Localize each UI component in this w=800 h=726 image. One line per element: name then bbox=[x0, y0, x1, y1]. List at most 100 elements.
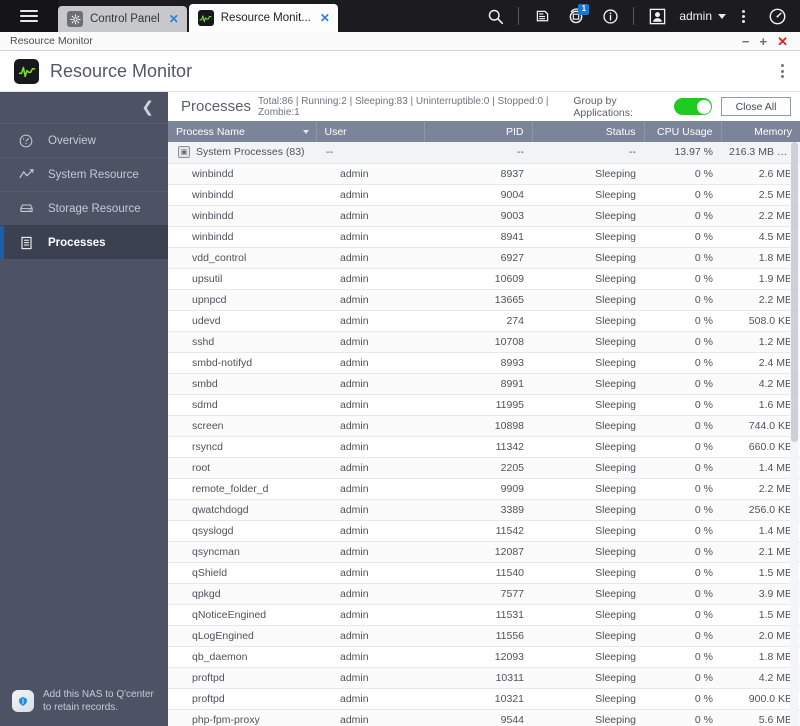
table-row[interactable]: php-fpm-proxy admin 9544 Sleeping 0 % 5.6 MB bbox=[168, 709, 800, 726]
table-row[interactable]: qLogEngined admin 11556 Sleeping 0 % 2.0 MB bbox=[168, 625, 800, 647]
table-row[interactable]: udevd admin 274 Sleeping 0 % 508.0 KB bbox=[168, 310, 800, 332]
cell-process-name: smbd bbox=[168, 373, 316, 395]
cell-process-name: proftpd bbox=[168, 688, 316, 710]
column-header-pid[interactable]: PID bbox=[424, 121, 533, 142]
table-row[interactable]: upnpcd admin 13665 Sleeping 0 % 2.2 MB bbox=[168, 289, 800, 311]
cell-status: Sleeping bbox=[532, 394, 644, 416]
table-row[interactable]: sdmd admin 11995 Sleeping 0 % 1.6 MB bbox=[168, 394, 800, 416]
cell-pid: 8993 bbox=[424, 352, 532, 374]
app-body: ❮ Overview System Resource Storage Resou… bbox=[0, 92, 800, 726]
tab-resource-monitor[interactable]: Resource Monit... ✕ bbox=[188, 4, 338, 32]
close-icon[interactable]: ✕ bbox=[167, 13, 179, 25]
table-row[interactable]: proftpd admin 10321 Sleeping 0 % 900.0 KB bbox=[168, 688, 800, 710]
cell-user: admin bbox=[316, 289, 424, 311]
qcenter-promo[interactable]: Add this NAS to Q'center to retain recor… bbox=[0, 688, 168, 726]
cell-status: Sleeping bbox=[532, 352, 644, 374]
table-row[interactable]: upsutil admin 10609 Sleeping 0 % 1.9 MB bbox=[168, 268, 800, 290]
cell-pid: 9909 bbox=[424, 478, 532, 500]
info-icon[interactable] bbox=[593, 0, 627, 32]
sidebar-item-system-resource[interactable]: System Resource bbox=[0, 157, 168, 191]
table-row[interactable]: winbindd admin 8941 Sleeping 0 % 4.5 MB bbox=[168, 226, 800, 248]
table-row[interactable]: smbd-notifyd admin 8993 Sleeping 0 % 2.4 MB bbox=[168, 352, 800, 374]
table-row[interactable]: screen admin 10898 Sleeping 0 % 744.0 KB bbox=[168, 415, 800, 437]
scrollbar-thumb[interactable] bbox=[791, 142, 798, 442]
column-header-memory[interactable]: Memory bbox=[721, 121, 800, 142]
group-row-pid: -- bbox=[424, 142, 532, 164]
cell-process-name: qpkgd bbox=[168, 583, 316, 605]
cell-memory: 660.0 KB bbox=[721, 436, 800, 458]
cell-cpu-usage: 0 % bbox=[644, 394, 721, 416]
sidebar-item-processes[interactable]: Processes bbox=[0, 225, 168, 259]
column-header-process-name[interactable]: Process Name bbox=[168, 121, 317, 142]
processes-controls: Group by Applications: Close All bbox=[573, 95, 791, 119]
column-header-user[interactable]: User bbox=[316, 121, 425, 142]
cell-status: Sleeping bbox=[532, 457, 644, 479]
cell-memory: 2.1 MB bbox=[721, 541, 800, 563]
desktop-top-bar: Control Panel ✕ Resource Monit... ✕ 1 ad… bbox=[0, 0, 800, 32]
cell-user: admin bbox=[316, 478, 424, 500]
table-row[interactable]: qpkgd admin 7577 Sleeping 0 % 3.9 MB bbox=[168, 583, 800, 605]
table-row[interactable]: qsyncman admin 12087 Sleeping 0 % 2.1 MB bbox=[168, 541, 800, 563]
table-row[interactable]: sshd admin 10708 Sleeping 0 % 1.2 MB bbox=[168, 331, 800, 353]
table-row[interactable]: vdd_control admin 6927 Sleeping 0 % 1.8 MB bbox=[168, 247, 800, 269]
cell-user: admin bbox=[316, 625, 424, 647]
sidebar-item-overview[interactable]: Overview bbox=[0, 123, 168, 157]
page-title: Resource Monitor bbox=[50, 60, 193, 81]
table-row[interactable]: qsyslogd admin 11542 Sleeping 0 % 1.4 MB bbox=[168, 520, 800, 542]
cell-pid: 8937 bbox=[424, 163, 532, 185]
cell-process-name: rsyncd bbox=[168, 436, 316, 458]
table-row[interactable]: remote_folder_d admin 9909 Sleeping 0 % 2.2 M… bbox=[168, 478, 800, 500]
sidebar-item-storage-resource[interactable]: Storage Resource bbox=[0, 191, 168, 225]
table-row[interactable]: smbd admin 8991 Sleeping 0 % 4.2 MB bbox=[168, 373, 800, 395]
cell-cpu-usage: 0 % bbox=[644, 499, 721, 521]
maximize-button[interactable]: + bbox=[760, 35, 768, 48]
cell-process-name: udevd bbox=[168, 310, 316, 332]
admin-label[interactable]: admin bbox=[674, 9, 715, 23]
cell-cpu-usage: 0 % bbox=[644, 373, 721, 395]
table-row[interactable]: winbindd admin 8937 Sleeping 0 % 2.6 MB bbox=[168, 163, 800, 185]
app-more-options-button[interactable] bbox=[775, 58, 790, 84]
table-row[interactable]: winbindd admin 9003 Sleeping 0 % 2.2 MB bbox=[168, 205, 800, 227]
notification-icon[interactable]: 1 bbox=[559, 0, 593, 32]
cell-pid: 3389 bbox=[424, 499, 532, 521]
cell-user: admin bbox=[316, 394, 424, 416]
group-row-user: -- bbox=[316, 142, 424, 164]
kebab-icon bbox=[741, 9, 745, 23]
cell-user: admin bbox=[316, 604, 424, 626]
cell-user: admin bbox=[316, 268, 424, 290]
minimize-button[interactable]: − bbox=[742, 35, 750, 48]
chevron-down-icon[interactable] bbox=[718, 13, 726, 19]
table-row[interactable]: winbindd admin 9004 Sleeping 0 % 2.5 MB bbox=[168, 184, 800, 206]
cell-user: admin bbox=[316, 583, 424, 605]
cell-process-name: qwatchdogd bbox=[168, 499, 316, 521]
more-options-button[interactable] bbox=[726, 0, 760, 32]
table-group-row[interactable]: ▣ System Processes (83) -- -- -- 13.97 %… bbox=[168, 142, 800, 164]
backup-icon[interactable] bbox=[525, 0, 559, 32]
vertical-scrollbar[interactable] bbox=[790, 142, 799, 726]
column-header-cpu-usage[interactable]: CPU Usage bbox=[644, 121, 722, 142]
table-row[interactable]: rsyncd admin 11342 Sleeping 0 % 660.0 KB bbox=[168, 436, 800, 458]
sidebar-collapse-button[interactable]: ❮ bbox=[0, 92, 168, 123]
cell-status: Sleeping bbox=[532, 331, 644, 353]
column-header-status[interactable]: Status bbox=[532, 121, 645, 142]
main-menu-button[interactable] bbox=[0, 0, 58, 32]
close-window-button[interactable]: ✕ bbox=[777, 35, 788, 48]
group-by-applications-toggle[interactable] bbox=[674, 98, 712, 115]
tab-control-panel[interactable]: Control Panel ✕ bbox=[58, 6, 187, 32]
table-row[interactable]: qb_daemon admin 12093 Sleeping 0 % 1.8 MB bbox=[168, 646, 800, 668]
close-icon[interactable]: ✕ bbox=[318, 12, 330, 24]
dashboard-icon[interactable] bbox=[760, 0, 794, 32]
table-row[interactable]: qwatchdogd admin 3389 Sleeping 0 % 256.0 KB bbox=[168, 499, 800, 521]
table-row[interactable]: qShield admin 11540 Sleeping 0 % 1.5 MB bbox=[168, 562, 800, 584]
search-icon[interactable] bbox=[478, 0, 512, 32]
table-row[interactable]: qNoticeEngined admin 11531 Sleeping 0 % 1.5 M… bbox=[168, 604, 800, 626]
cell-user: admin bbox=[316, 415, 424, 437]
table-row[interactable]: proftpd admin 10311 Sleeping 0 % 4.2 MB bbox=[168, 667, 800, 689]
cell-memory: 1.6 MB bbox=[721, 394, 800, 416]
cell-pid: 7577 bbox=[424, 583, 532, 605]
cell-process-name: qsyncman bbox=[168, 541, 316, 563]
cell-pid: 8941 bbox=[424, 226, 532, 248]
user-avatar-icon[interactable] bbox=[640, 0, 674, 32]
table-row[interactable]: root admin 2205 Sleeping 0 % 1.4 MB bbox=[168, 457, 800, 479]
close-all-button[interactable]: Close All bbox=[721, 97, 791, 116]
